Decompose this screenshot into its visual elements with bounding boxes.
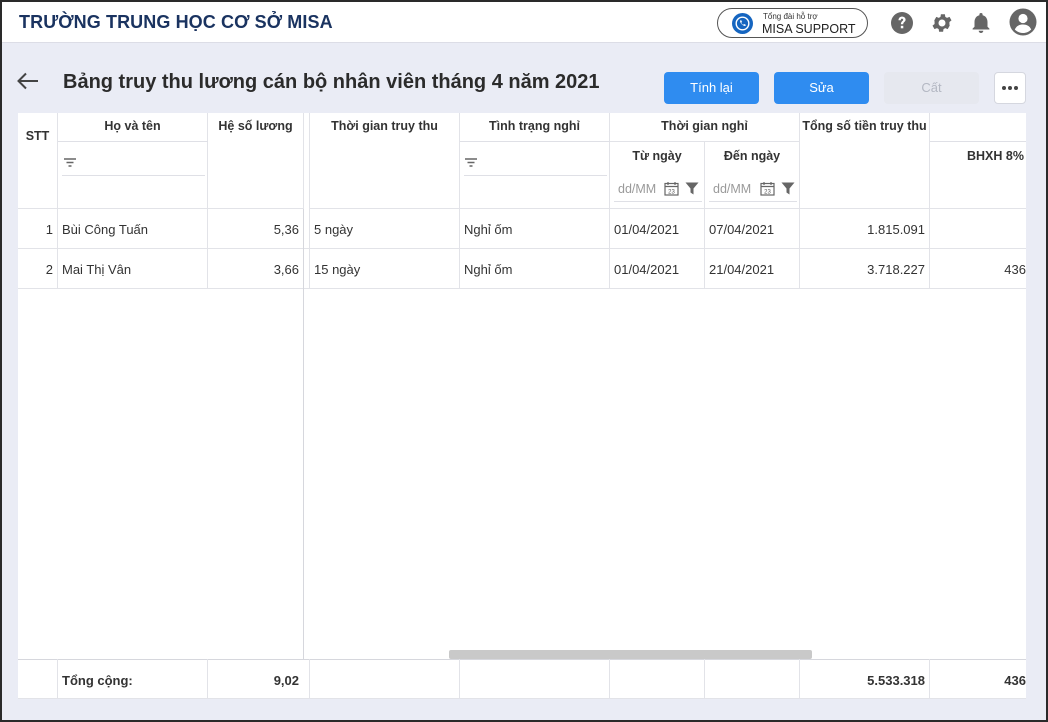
- col-divider: [609, 659, 610, 699]
- from-date-filter-input[interactable]: dd/MM: [618, 182, 656, 196]
- cell-bhxh: 436: [1004, 262, 1026, 277]
- cell-coefficient: 5,36: [273, 222, 299, 237]
- app-title: TRƯỜNG TRUNG HỌC CƠ SỞ MISA: [19, 12, 333, 32]
- status-filter-input[interactable]: [464, 175, 607, 176]
- col-divider: [929, 209, 930, 289]
- cell-from-date: 01/04/2021: [614, 262, 680, 277]
- page-header: Bảng truy thu lương cán bộ nhân viên thá…: [2, 43, 1046, 113]
- column-header-from-date: Từ ngày: [610, 142, 705, 209]
- from-date-underline: [614, 201, 702, 202]
- more-options-button[interactable]: [994, 72, 1026, 104]
- column-header-leave-time: Thời gian nghỉ: [610, 113, 800, 142]
- cell-total: 1.815.091: [867, 222, 925, 237]
- cell-stt: 1: [45, 222, 53, 237]
- footer-total-label: Tổng cộng:: [62, 673, 133, 688]
- name-filter-icon[interactable]: [64, 156, 76, 167]
- cell-period: 15 ngày: [314, 262, 361, 277]
- column-header-to-date: Đến ngày: [705, 142, 800, 209]
- status-filter-icon[interactable]: [465, 156, 477, 167]
- column-header-name-label: Họ và tên: [104, 119, 161, 133]
- col-divider: [459, 209, 460, 289]
- col-divider: [309, 209, 310, 289]
- col-divider: [57, 209, 58, 289]
- row-divider: [18, 248, 1026, 249]
- column-header-leave-status-label: Tình trạng nghỉ: [489, 119, 580, 133]
- row-divider: [18, 288, 1026, 289]
- cell-from-date: 01/04/2021: [614, 222, 680, 237]
- user-avatar-icon[interactable]: [1009, 8, 1037, 36]
- column-header-leave-status[interactable]: Tình trạng nghỉ: [460, 113, 610, 209]
- column-header-bhxh: BHXH 8%: [930, 113, 1026, 209]
- from-date-calendar-icon[interactable]: 23: [664, 181, 679, 199]
- column-header-period: Thời gian truy thu: [309, 113, 460, 209]
- cell-to-date: 21/04/2021: [709, 262, 775, 277]
- to-date-filter-funnel-icon[interactable]: [781, 182, 795, 198]
- cell-name: Bùi Công Tuấn: [62, 222, 149, 237]
- status-filter-divider: [460, 141, 610, 142]
- help-icon[interactable]: [890, 11, 914, 35]
- from-date-filter-funnel-icon[interactable]: [685, 182, 699, 198]
- notification-bell-icon[interactable]: [969, 11, 993, 35]
- column-header-name[interactable]: Họ và tên: [58, 113, 208, 209]
- cell-stt: 2: [45, 262, 53, 277]
- name-filter-divider: [58, 141, 208, 142]
- column-header-stt: STT: [18, 113, 58, 209]
- page-title: Bảng truy thu lương cán bộ nhân viên thá…: [63, 71, 600, 93]
- col-divider: [704, 209, 705, 289]
- top-bar: TRƯỜNG TRUNG HỌC CƠ SỞ MISA Tổng đài hỗ …: [2, 2, 1046, 43]
- col-divider: [704, 659, 705, 699]
- svg-text:23: 23: [764, 190, 771, 196]
- column-header-bhxh-label: BHXH 8%: [967, 149, 1024, 163]
- to-date-underline: [709, 201, 797, 202]
- col-divider: [799, 209, 800, 289]
- cell-coefficient: 3,66: [273, 262, 299, 277]
- svg-text:23: 23: [668, 190, 675, 196]
- settings-gear-icon[interactable]: [930, 11, 954, 35]
- cell-name: Mai Thị Vân: [62, 262, 132, 277]
- footer-bhxh-sum: 436: [1004, 673, 1026, 688]
- cell-leave-status: Nghỉ ốm: [464, 262, 513, 277]
- frozen-column-divider: [303, 209, 304, 659]
- cell-period: 5 ngày: [314, 222, 354, 237]
- save-button[interactable]: Cất: [884, 72, 979, 104]
- cell-total: 3.718.227: [867, 262, 925, 277]
- name-filter-input[interactable]: [62, 175, 205, 176]
- support-label: MISA SUPPORT: [762, 22, 856, 36]
- footer-bottom-divider: [18, 698, 1026, 699]
- more-dots-icon: [1002, 86, 1018, 90]
- col-divider: [207, 209, 208, 289]
- footer-coefficient-sum: 9,02: [273, 673, 299, 688]
- column-header-total: Tổng số tiền truy thu: [800, 113, 930, 209]
- col-divider: [57, 659, 58, 699]
- phone-icon: [732, 13, 753, 34]
- recalculate-button[interactable]: Tính lại: [664, 72, 759, 104]
- back-arrow-icon[interactable]: [16, 71, 40, 91]
- misa-support-button[interactable]: Tổng đài hỗ trợ MISA SUPPORT: [717, 8, 868, 38]
- edit-button[interactable]: Sửa: [774, 72, 869, 104]
- column-header-coefficient: Hệ số lương: [208, 113, 304, 209]
- footer-top-divider: [18, 659, 1026, 660]
- footer-total-sum: 5.533.318: [867, 673, 925, 688]
- bhxh-group-divider: [930, 141, 1026, 142]
- cell-to-date: 07/04/2021: [709, 222, 775, 237]
- to-date-calendar-icon[interactable]: 23: [760, 181, 775, 199]
- col-divider: [459, 659, 460, 699]
- to-date-filter-input[interactable]: dd/MM: [713, 182, 751, 196]
- horizontal-scrollbar-thumb[interactable]: [449, 650, 812, 659]
- payroll-grid: STT Họ và tên Hệ số lương Thời gian truy…: [18, 113, 1026, 699]
- support-hotline-label: Tổng đài hỗ trợ: [763, 12, 818, 21]
- col-divider: [309, 659, 310, 699]
- col-divider: [609, 209, 610, 289]
- cell-leave-status: Nghỉ ốm: [464, 222, 513, 237]
